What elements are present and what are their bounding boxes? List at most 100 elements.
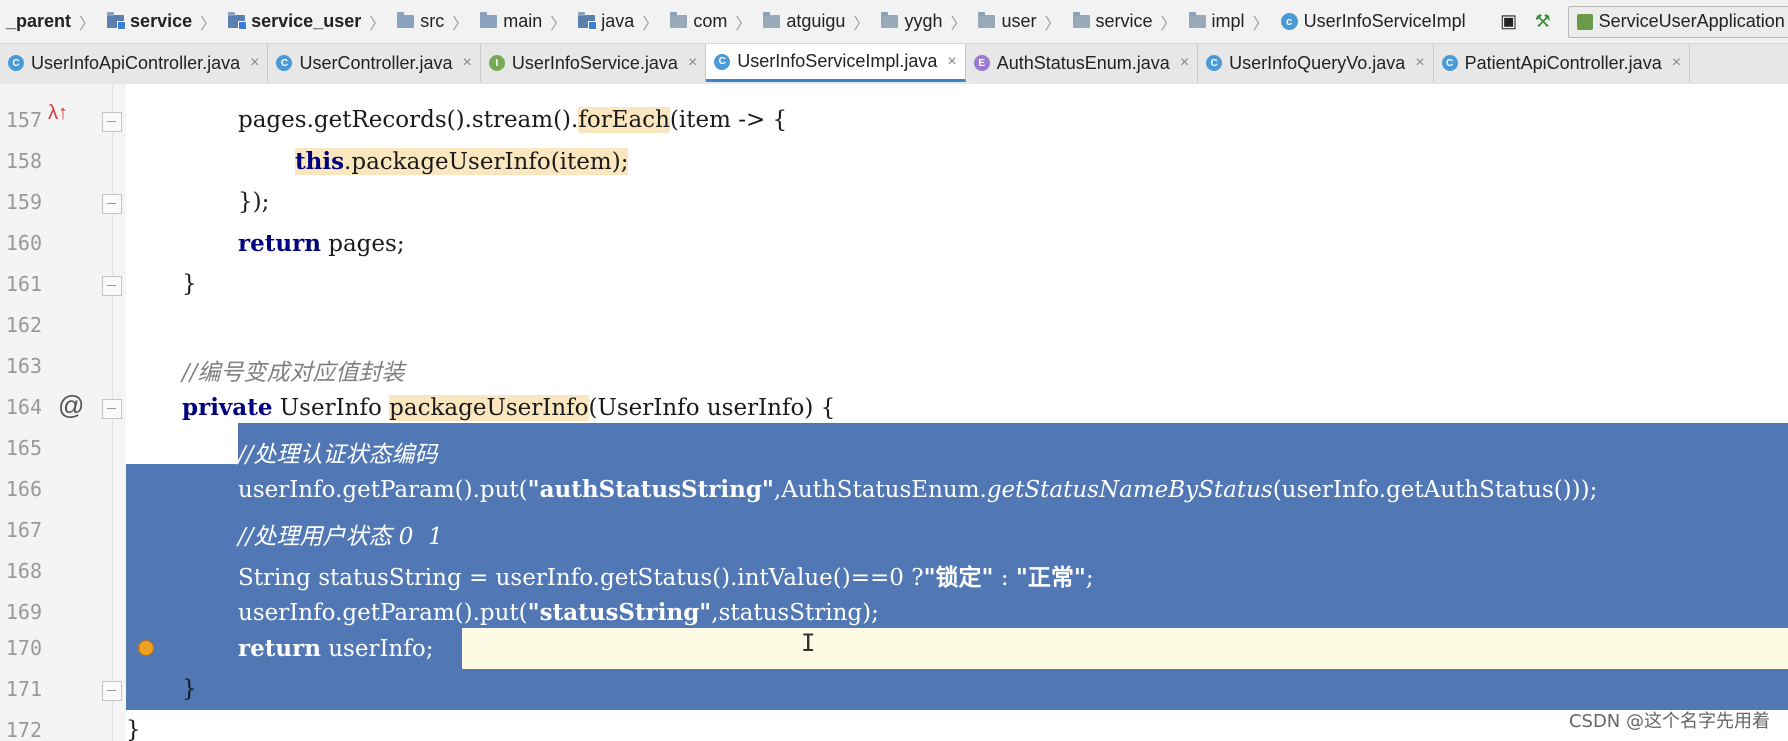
tab-userinfoapicontroller[interactable]: C UserInfoApiController.java × [0, 44, 269, 82]
fold-marker[interactable] [102, 194, 122, 214]
tab-usercontroller[interactable]: C UserController.java × [268, 44, 481, 82]
code-token: ; [1085, 565, 1094, 591]
breadcrumb-item-yygh[interactable]: yygh 〉 [875, 0, 972, 43]
module-folder-icon [228, 12, 248, 30]
close-icon[interactable]: × [1415, 54, 1424, 72]
line-number: 168 [5, 559, 42, 583]
intention-bulb-icon[interactable] [138, 640, 154, 656]
fold-marker[interactable] [102, 681, 122, 701]
breadcrumb-label: main [503, 11, 543, 31]
breadcrumb-item-java[interactable]: java 〉 [572, 0, 664, 43]
enum-icon: E [973, 55, 990, 71]
tab-patientapicontroller[interactable]: C PatientApiController.java × [1434, 44, 1691, 82]
close-icon[interactable]: × [463, 54, 472, 72]
close-icon[interactable]: × [1180, 54, 1189, 72]
breadcrumb-item-service-module[interactable]: service 〉 [101, 0, 222, 43]
code-line-current: 170 return userInfo; [0, 628, 1788, 669]
breadcrumb-item-src[interactable]: src 〉 [391, 0, 474, 43]
code-line: 172 } [0, 710, 1788, 741]
chevron-right-icon: 〉 [853, 15, 870, 33]
class-icon: C [1441, 55, 1458, 71]
code-line: 160 return pages; [0, 223, 1788, 264]
line-number: 157 [5, 108, 42, 132]
close-icon[interactable]: × [688, 54, 697, 72]
line-number: 163 [5, 354, 42, 378]
breadcrumb-item-com[interactable]: com 〉 [664, 0, 757, 43]
tab-authstatusenum[interactable]: E AuthStatusEnum.java × [966, 44, 1199, 82]
code-text: userInfo.getParam().put("authStatusStrin… [238, 476, 1597, 503]
chevron-right-icon: 〉 [1044, 15, 1061, 33]
breadcrumb-label: user [1001, 11, 1037, 31]
run-configuration-label: ServiceUserApplication [1598, 11, 1785, 31]
chevron-right-icon: 〉 [550, 15, 567, 33]
breadcrumb-label: atguigu [786, 11, 846, 31]
breadcrumb-label: _parent [6, 11, 72, 31]
chevron-right-icon: 〉 [1160, 15, 1177, 33]
breadcrumb-item-parent[interactable]: _parent 〉 [0, 0, 101, 43]
code-text: pages.getRecords().stream().forEach(item… [238, 107, 787, 133]
breadcrumb-item-main[interactable]: main 〉 [474, 0, 572, 43]
chevron-right-icon: 〉 [200, 15, 217, 33]
breadcrumb-item-service-package[interactable]: service 〉 [1067, 0, 1183, 43]
breadcrumb-item-class[interactable]: c UserInfoServiceImpl [1275, 0, 1472, 43]
code-line: 161 } [0, 264, 1788, 305]
line-number: 165 [5, 436, 42, 460]
code-token: ,statusString); [711, 600, 879, 626]
close-icon[interactable]: × [250, 54, 259, 72]
line-number: 162 [5, 313, 42, 337]
class-icon: C [276, 55, 293, 71]
line-number: 160 [5, 231, 42, 255]
close-icon[interactable]: × [1672, 54, 1681, 72]
package-icon [1188, 12, 1206, 28]
code-token: (item -> { [669, 107, 788, 133]
code-token: forEach [578, 107, 670, 133]
tab-label: UserInfoQueryVo.java [1229, 52, 1406, 73]
code-text: return userInfo; [238, 635, 433, 662]
code-text: userInfo.getParam().put("statusString",s… [238, 599, 879, 626]
fold-marker[interactable] [102, 112, 122, 132]
fold-marker[interactable] [102, 399, 122, 419]
breadcrumb-item-atguigu[interactable]: atguigu 〉 [757, 0, 875, 43]
code-line: 157 λ↑ pages.getRecords().stream().forEa… [0, 100, 1788, 141]
breadcrumb-item-impl[interactable]: impl 〉 [1183, 0, 1275, 43]
class-icon: c [1280, 13, 1298, 30]
breadcrumb-item-service-user-module[interactable]: service_user 〉 [222, 0, 391, 43]
line-number: 166 [5, 477, 42, 501]
code-token: getStatusNameByStatus [986, 477, 1273, 503]
code-line: 171 } [0, 669, 1788, 710]
code-line: 167 //处理用户状态 0 1 [0, 510, 1788, 551]
tab-label: UserController.java [299, 52, 453, 73]
close-icon[interactable]: × [947, 53, 956, 71]
code-token: return [238, 635, 321, 662]
chevron-right-icon: 〉 [950, 15, 967, 33]
tab-userinfoqueryvo[interactable]: C UserInfoQueryVo.java × [1198, 44, 1434, 82]
build-hammer-icon[interactable]: ⚒ [1530, 9, 1556, 35]
run-configuration-select[interactable]: ServiceUserApplication ▼ [1567, 5, 1788, 38]
chevron-right-icon: 〉 [642, 15, 659, 33]
lambda-override-icon[interactable]: λ↑ [48, 102, 68, 125]
code-string: "authStatusString" [527, 476, 774, 503]
code-text: return pages; [238, 230, 405, 257]
package-icon [763, 12, 781, 28]
code-string: "锁定" [923, 564, 994, 591]
package-icon [670, 12, 688, 28]
code-text: } [182, 271, 197, 297]
code-token: pages.getRecords().stream(). [238, 107, 579, 133]
breadcrumb-item-user[interactable]: user 〉 [972, 0, 1066, 43]
code-editor[interactable]: 157 λ↑ pages.getRecords().stream().forEa… [0, 84, 1788, 741]
code-line: 165 //处理认证状态编码 [0, 428, 1788, 469]
package-icon [978, 12, 996, 28]
code-text: }); [238, 189, 270, 215]
tab-label: UserInfoApiController.java [31, 52, 241, 73]
terminal-icon[interactable]: ▣ [1496, 9, 1522, 35]
implements-icon[interactable]: @ [58, 390, 84, 421]
tab-label: PatientApiController.java [1464, 52, 1662, 73]
fold-marker[interactable] [102, 276, 122, 296]
breadcrumb-label: impl [1211, 11, 1245, 31]
navigation-bar: _parent 〉 service 〉 service_user 〉 src 〉 mai… [0, 0, 1788, 44]
tab-userinfoservice[interactable]: I UserInfoService.java × [481, 44, 707, 82]
tab-userinfoserviceimpl[interactable]: C UserInfoServiceImpl.java × [706, 44, 966, 82]
line-number: 164 [5, 395, 42, 419]
breadcrumb-label: service_user [251, 11, 362, 31]
code-token: return [238, 230, 321, 257]
